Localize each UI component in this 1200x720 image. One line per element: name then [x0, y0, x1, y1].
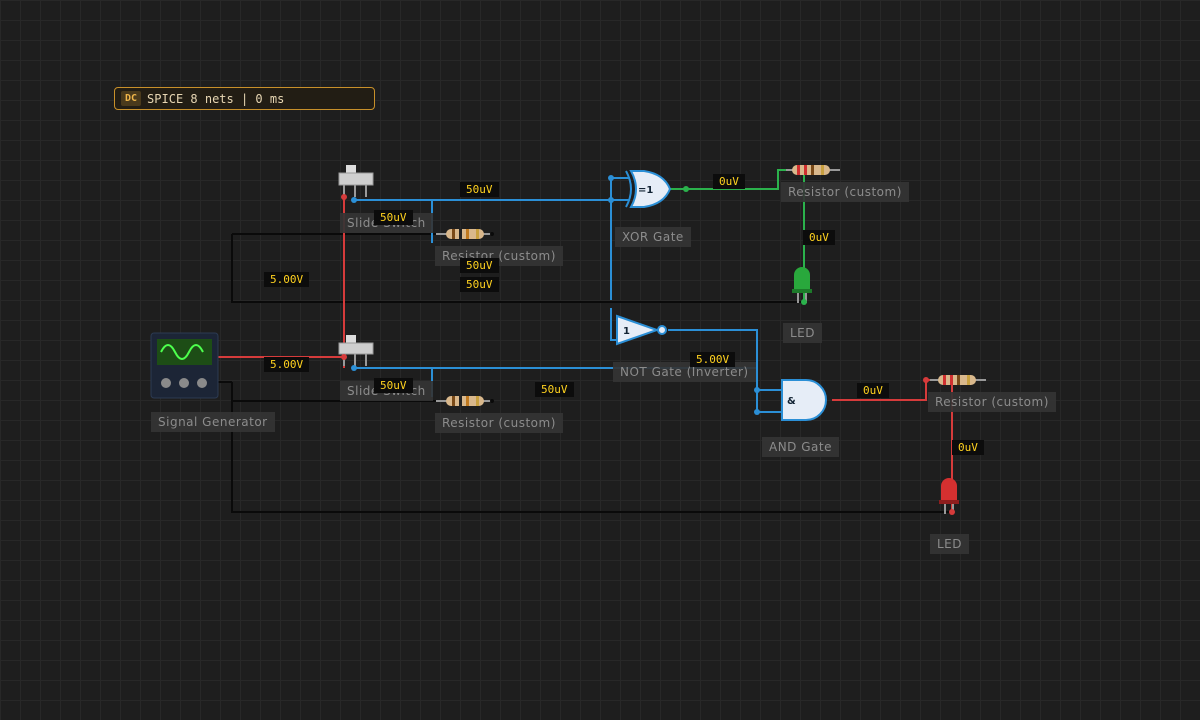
led-label[interactable]: LED — [783, 323, 823, 343]
red-led-icon[interactable] — [939, 478, 959, 514]
resistor-label[interactable]: Resistor (custom) — [928, 392, 1056, 412]
xor-gate-label[interactable]: XOR Gate — [615, 227, 691, 247]
knob-icon[interactable] — [197, 378, 207, 388]
voltage-probe: 50uV — [535, 382, 574, 397]
xor-gate-icon[interactable]: =1 — [625, 170, 672, 208]
voltage-probe: 5.00V — [264, 272, 310, 287]
signal-generator-label[interactable]: Signal Generator — [151, 412, 275, 432]
xor-gate-symbol: =1 — [638, 185, 653, 196]
junction-dots — [341, 175, 955, 515]
and-gate-label[interactable]: AND Gate — [762, 437, 839, 457]
voltage-probe: 0uV — [713, 174, 745, 189]
simulation-status-bar: DC SPICE 8 nets | 0 ms — [114, 87, 375, 110]
voltage-probe: 0uV — [803, 230, 835, 245]
voltage-probe: 50uV — [374, 210, 413, 225]
voltage-probe: 0uV — [857, 383, 889, 398]
green-led-icon[interactable] — [792, 267, 812, 303]
voltage-probe: 50uV — [460, 277, 499, 292]
led-label[interactable]: LED — [930, 534, 970, 554]
high-wires[interactable] — [218, 197, 953, 512]
simulation-status-text: SPICE 8 nets | 0 ms — [147, 91, 285, 106]
resistor-icon[interactable] — [436, 396, 492, 406]
slide-switch-icon[interactable] — [338, 165, 374, 197]
and-gate-symbol: & — [787, 396, 796, 407]
resistor-label[interactable]: Resistor (custom) — [435, 246, 563, 266]
voltage-probe: 5.00V — [690, 352, 736, 367]
signal-generator[interactable] — [150, 332, 219, 399]
not-gate-icon[interactable]: 1 — [616, 314, 667, 346]
resistor-icon[interactable] — [436, 229, 492, 239]
knob-icon[interactable] — [161, 378, 171, 388]
resistor-icon[interactable] — [930, 375, 986, 385]
knob-icon[interactable] — [179, 378, 189, 388]
voltage-probe: 5.00V — [264, 357, 310, 372]
voltage-probe: 50uV — [460, 182, 499, 197]
voltage-probe: 50uV — [374, 378, 413, 393]
resistor-icon[interactable] — [786, 165, 840, 175]
resistor-label[interactable]: Resistor (custom) — [781, 182, 909, 202]
not-gate-symbol: 1 — [623, 326, 630, 337]
voltage-probe: 0uV — [952, 440, 984, 455]
analysis-mode-badge[interactable]: DC — [121, 91, 142, 106]
ground-wires[interactable] — [218, 233, 952, 513]
voltage-probe: 50uV — [460, 258, 499, 273]
resistor-label[interactable]: Resistor (custom) — [435, 413, 563, 433]
and-gate-icon[interactable]: & — [781, 379, 827, 421]
